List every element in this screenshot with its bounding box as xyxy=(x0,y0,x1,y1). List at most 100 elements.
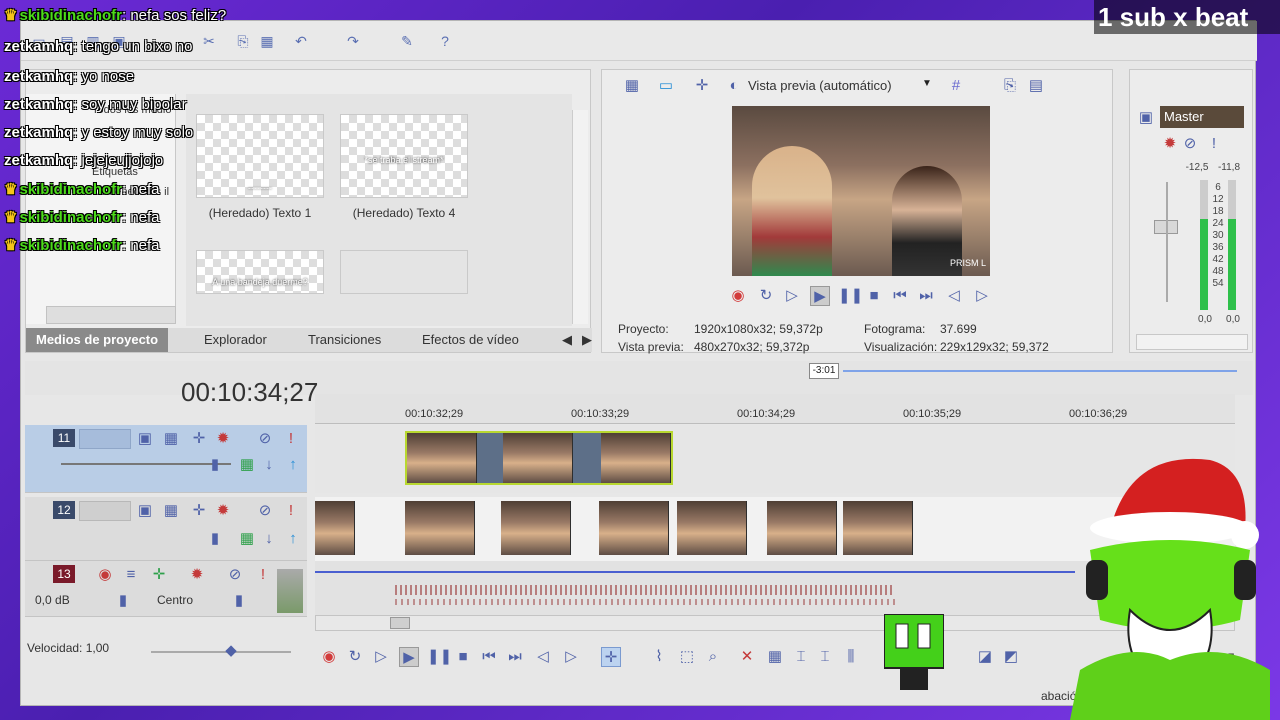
down-arrow-icon[interactable]: ↓ xyxy=(259,529,279,549)
tabs-scroll-right[interactable]: ▶ xyxy=(582,332,592,348)
compositing-icon[interactable]: ✛ xyxy=(189,429,209,449)
solo-icon[interactable]: ! xyxy=(253,565,273,585)
play-from-start-button[interactable]: ▷ xyxy=(782,286,802,306)
record-button[interactable]: ◉ xyxy=(728,286,748,306)
track-header-12[interactable]: 12 ▣ ▦ ✛ ✹ ⊘ ! ▮ ▦ ↓ ↑ xyxy=(25,497,307,561)
down-arrow-icon[interactable]: ↓ xyxy=(259,455,279,475)
timeline-ruler[interactable]: 00:10:32;29 00:10:33;29 00:10:34;29 00:1… xyxy=(315,394,1235,424)
master-solo-icon[interactable]: ! xyxy=(1204,134,1224,154)
overlays-icon[interactable]: # xyxy=(946,76,966,96)
lock-envelopes-icon[interactable]: ◩ xyxy=(1001,647,1021,667)
opacity-handle[interactable]: ▮ xyxy=(205,529,225,549)
track-motion-icon[interactable]: ▣ xyxy=(135,429,155,449)
go-to-start-button[interactable]: ⏮ xyxy=(890,286,910,306)
timeline-pause-button[interactable]: ❚❚ xyxy=(427,647,452,667)
audio-fx-icon[interactable]: ✛ xyxy=(149,565,169,585)
pause-button[interactable]: ❚❚ xyxy=(838,286,863,306)
media-thumb-text1[interactable]: -------- xyxy=(196,114,324,198)
media-thumb-text-bandeja[interactable]: A una bandeja duerme? xyxy=(196,250,324,294)
invert-phase-icon[interactable]: ≡ xyxy=(121,565,141,585)
undo-icon[interactable]: ↶ xyxy=(291,31,311,51)
track-gear-icon[interactable]: ✹ xyxy=(213,501,233,521)
previous-frame-button[interactable]: ◁ xyxy=(944,286,964,306)
mute-icon[interactable]: ⊘ xyxy=(255,501,275,521)
preview-fx-icon[interactable]: ✛ xyxy=(692,76,712,96)
envelope-tool-icon[interactable]: ⌇ xyxy=(649,647,669,667)
timeline-play-button[interactable]: ▶ xyxy=(399,647,419,667)
timeline-go-start-button[interactable]: ⏮ xyxy=(479,647,499,667)
track-fx-icon[interactable]: ▦ xyxy=(161,429,181,449)
expand-icon[interactable]: ▦ xyxy=(237,455,257,475)
media-grid-scrollbar[interactable] xyxy=(572,110,588,324)
tab-project-media[interactable]: Medios de proyecto xyxy=(26,328,169,352)
track-motion-icon[interactable]: ▣ xyxy=(135,501,155,521)
up-arrow-icon[interactable]: ↑ xyxy=(283,529,303,549)
timeline-play-from-start-button[interactable]: ▷ xyxy=(371,647,391,667)
video-clip[interactable] xyxy=(843,501,915,555)
up-arrow-icon[interactable]: ↑ xyxy=(283,455,303,475)
video-clip[interactable] xyxy=(677,501,747,555)
tab-transitions[interactable]: Transiciones xyxy=(308,332,381,347)
auto-ripple-icon[interactable]: ◪ xyxy=(975,647,995,667)
mixer-scrollbar[interactable] xyxy=(1136,334,1248,350)
go-to-end-button[interactable]: ⏭ xyxy=(916,286,936,306)
timeline-stop-button[interactable]: ■ xyxy=(453,647,473,667)
track-gear-icon[interactable]: ✹ xyxy=(213,429,233,449)
track-gear-icon[interactable]: ✹ xyxy=(187,565,207,585)
loop-button[interactable]: ↻ xyxy=(756,286,776,306)
next-frame-button[interactable]: ▷ xyxy=(972,286,992,306)
tabs-scroll-left[interactable]: ◀ xyxy=(562,332,572,348)
mute-icon[interactable]: ⊘ xyxy=(225,565,245,585)
opacity-handle[interactable]: ▮ xyxy=(205,455,225,475)
audio-volume-line[interactable] xyxy=(315,571,1075,573)
media-thumb-video[interactable] xyxy=(340,250,468,294)
track-fx-icon[interactable]: ▦ xyxy=(161,501,181,521)
zoom-tool-icon[interactable]: ⌕ xyxy=(703,647,723,667)
timeline-record-button[interactable]: ◉ xyxy=(319,647,339,667)
video-clip[interactable] xyxy=(315,501,355,555)
chevron-down-icon[interactable]: ▼ xyxy=(922,78,932,89)
master-mute-icon[interactable]: ⊘ xyxy=(1180,134,1200,154)
pan-slider[interactable]: ▮ xyxy=(229,591,249,611)
speed-handle[interactable]: ◆ xyxy=(221,641,241,661)
master-fx-icon[interactable]: ✹ xyxy=(1160,134,1180,154)
copy-snapshot-icon[interactable]: ⎘ xyxy=(1000,76,1020,96)
trim-icon[interactable]: ▦ xyxy=(765,647,785,667)
timeline-scroll-thumb[interactable] xyxy=(390,617,410,629)
video-clip[interactable] xyxy=(767,501,837,555)
properties-icon[interactable]: ✎ xyxy=(397,31,417,51)
expand-icon[interactable]: ▦ xyxy=(237,529,257,549)
stop-button[interactable]: ■ xyxy=(864,286,884,306)
external-monitor-icon[interactable]: ▭ xyxy=(656,76,676,96)
delete-icon[interactable]: ✕ xyxy=(737,647,757,667)
solo-icon[interactable]: ! xyxy=(281,501,301,521)
media-tree-scrollbar[interactable] xyxy=(46,306,176,324)
selection-tool-icon[interactable]: ⬚ xyxy=(677,647,697,667)
compositing-icon[interactable]: ✛ xyxy=(189,501,209,521)
timeline-go-end-button[interactable]: ⏭ xyxy=(505,647,525,667)
trim-start-icon[interactable]: ⌶ xyxy=(791,647,811,667)
track-header-11[interactable]: 11 ▣ ▦ ✛ ✹ ⊘ ! ▮ ▦ ↓ ↑ xyxy=(25,425,307,493)
solo-icon[interactable]: ! xyxy=(281,429,301,449)
volume-slider[interactable]: ▮ xyxy=(113,591,133,611)
trim-end-icon[interactable]: ⌶ xyxy=(815,647,835,667)
track-name-field[interactable] xyxy=(79,429,131,449)
timeline-loop-button[interactable]: ↻ xyxy=(345,647,365,667)
cut-icon[interactable]: ✂ xyxy=(199,31,219,51)
timeline-next-frame-button[interactable]: ▷ xyxy=(561,647,581,667)
mute-icon[interactable]: ⊘ xyxy=(255,429,275,449)
copy-icon[interactable]: ⎘ xyxy=(233,31,253,51)
video-clip-selected[interactable] xyxy=(405,431,673,485)
whats-this-icon[interactable]: ? xyxy=(435,31,455,51)
timeline-prev-frame-button[interactable]: ◁ xyxy=(533,647,553,667)
play-button[interactable]: ▶ xyxy=(810,286,830,306)
split-icon[interactable]: ⫼ xyxy=(841,647,861,667)
paste-icon[interactable]: ▦ xyxy=(257,31,277,51)
track-name-field[interactable] xyxy=(79,501,131,521)
media-thumb-text4[interactable]: *se traba el stream* xyxy=(340,114,468,198)
video-clip[interactable] xyxy=(405,501,673,555)
tab-video-effects[interactable]: Efectos de vídeo xyxy=(422,332,519,347)
preview-quality-dropdown[interactable]: Vista previa (automático) xyxy=(748,78,892,93)
split-screen-icon[interactable]: ◐ xyxy=(724,76,744,96)
normal-edit-tool-icon[interactable]: ✛ xyxy=(601,647,621,667)
